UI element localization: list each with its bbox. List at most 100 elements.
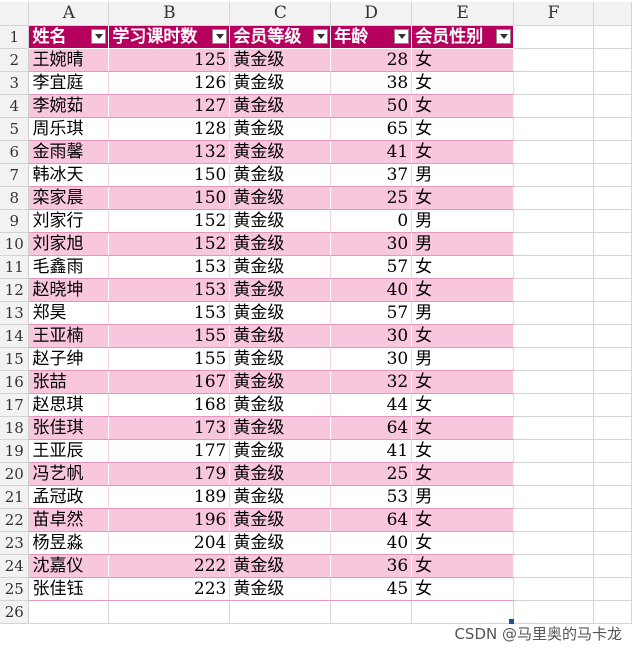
data-cell[interactable]: 153	[108, 278, 231, 302]
data-cell[interactable]: 167	[108, 370, 231, 394]
data-cell[interactable]: 168	[108, 393, 231, 417]
data-cell[interactable]: 223	[108, 577, 231, 601]
empty-cell[interactable]	[513, 232, 595, 256]
data-cell[interactable]: 30	[330, 347, 413, 371]
data-cell[interactable]: 黄金级	[229, 462, 332, 486]
row-number[interactable]: 21	[0, 485, 30, 509]
row-number[interactable]: 3	[0, 71, 30, 95]
empty-cell[interactable]	[513, 439, 595, 463]
data-cell[interactable]: 男	[411, 232, 515, 256]
data-cell[interactable]: 王亚辰	[28, 439, 110, 463]
empty-cell[interactable]	[513, 554, 595, 578]
data-cell[interactable]: 40	[330, 531, 413, 555]
filter-dropdown-icon[interactable]	[394, 28, 410, 44]
row-number[interactable]: 16	[0, 370, 30, 394]
row-number[interactable]: 18	[0, 416, 30, 440]
empty-cell[interactable]	[593, 301, 632, 325]
row-number[interactable]: 23	[0, 531, 30, 555]
header-cell[interactable]: 会员等级	[229, 25, 332, 49]
empty-cell[interactable]	[513, 485, 595, 509]
empty-cell[interactable]	[513, 163, 595, 187]
empty-cell[interactable]	[513, 416, 595, 440]
row-number[interactable]: 25	[0, 577, 30, 601]
data-cell[interactable]: 153	[108, 255, 231, 279]
data-cell[interactable]: 女	[411, 71, 515, 95]
empty-cell[interactable]	[593, 71, 632, 95]
data-cell[interactable]: 黄金级	[229, 577, 332, 601]
data-cell[interactable]: 128	[108, 117, 231, 141]
data-cell[interactable]: 黄金级	[229, 508, 332, 532]
empty-cell[interactable]	[593, 25, 632, 49]
data-cell[interactable]: 男	[411, 163, 515, 187]
data-cell[interactable]: 黄金级	[229, 439, 332, 463]
data-cell[interactable]: 黄金级	[229, 554, 332, 578]
data-cell[interactable]: 40	[330, 278, 413, 302]
data-cell[interactable]: 女	[411, 439, 515, 463]
row-number[interactable]: 2	[0, 48, 30, 72]
data-cell[interactable]: 刘家旭	[28, 232, 110, 256]
empty-cell[interactable]	[513, 508, 595, 532]
data-cell[interactable]: 赵子绅	[28, 347, 110, 371]
empty-cell[interactable]	[593, 393, 632, 417]
row-number[interactable]: 7	[0, 163, 30, 187]
data-cell[interactable]: 女	[411, 462, 515, 486]
header-cell[interactable]: 姓名	[28, 25, 110, 49]
data-cell[interactable]: 女	[411, 48, 515, 72]
row-number[interactable]: 8	[0, 186, 30, 210]
empty-cell[interactable]	[593, 439, 632, 463]
row-number[interactable]: 15	[0, 347, 30, 371]
data-cell[interactable]: 41	[330, 439, 413, 463]
empty-cell[interactable]	[513, 347, 595, 371]
data-cell[interactable]: 152	[108, 232, 231, 256]
data-cell[interactable]: 黄金级	[229, 186, 332, 210]
data-cell[interactable]: 173	[108, 416, 231, 440]
data-cell[interactable]: 郑昊	[28, 301, 110, 325]
data-cell[interactable]: 女	[411, 140, 515, 164]
column-header-b[interactable]: B	[108, 2, 231, 26]
data-cell[interactable]: 189	[108, 485, 231, 509]
data-cell[interactable]: 126	[108, 71, 231, 95]
data-cell[interactable]: 张佳钰	[28, 577, 110, 601]
empty-cell[interactable]	[593, 600, 632, 624]
data-cell[interactable]: 栾家晨	[28, 186, 110, 210]
row-number[interactable]: 20	[0, 462, 30, 486]
empty-cell[interactable]	[593, 48, 632, 72]
empty-cell[interactable]	[28, 600, 110, 624]
empty-cell[interactable]	[593, 255, 632, 279]
data-cell[interactable]: 张佳琪	[28, 416, 110, 440]
row-number[interactable]: 26	[0, 600, 30, 624]
empty-cell[interactable]	[513, 117, 595, 141]
empty-cell[interactable]	[229, 600, 332, 624]
data-cell[interactable]: 黄金级	[229, 232, 332, 256]
data-cell[interactable]: 30	[330, 324, 413, 348]
row-number[interactable]: 17	[0, 393, 30, 417]
empty-cell[interactable]	[513, 301, 595, 325]
row-number[interactable]: 13	[0, 301, 30, 325]
data-cell[interactable]: 冯艺帆	[28, 462, 110, 486]
empty-cell[interactable]	[593, 163, 632, 187]
data-cell[interactable]: 杨昱淼	[28, 531, 110, 555]
empty-cell[interactable]	[593, 347, 632, 371]
empty-cell[interactable]	[593, 324, 632, 348]
data-cell[interactable]: 张喆	[28, 370, 110, 394]
data-cell[interactable]: 150	[108, 186, 231, 210]
data-cell[interactable]: 196	[108, 508, 231, 532]
column-header-overflow[interactable]	[593, 2, 632, 26]
empty-cell[interactable]	[513, 94, 595, 118]
data-cell[interactable]: 黄金级	[229, 347, 332, 371]
data-cell[interactable]: 28	[330, 48, 413, 72]
data-cell[interactable]: 25	[330, 186, 413, 210]
data-cell[interactable]: 女	[411, 255, 515, 279]
data-cell[interactable]: 127	[108, 94, 231, 118]
empty-cell[interactable]	[513, 600, 595, 624]
data-cell[interactable]: 女	[411, 393, 515, 417]
data-cell[interactable]: 女	[411, 531, 515, 555]
data-cell[interactable]: 女	[411, 370, 515, 394]
row-number[interactable]: 9	[0, 209, 30, 233]
empty-cell[interactable]	[513, 209, 595, 233]
data-cell[interactable]: 女	[411, 416, 515, 440]
data-cell[interactable]: 黄金级	[229, 301, 332, 325]
data-cell[interactable]: 125	[108, 48, 231, 72]
data-cell[interactable]: 64	[330, 416, 413, 440]
data-cell[interactable]: 53	[330, 485, 413, 509]
